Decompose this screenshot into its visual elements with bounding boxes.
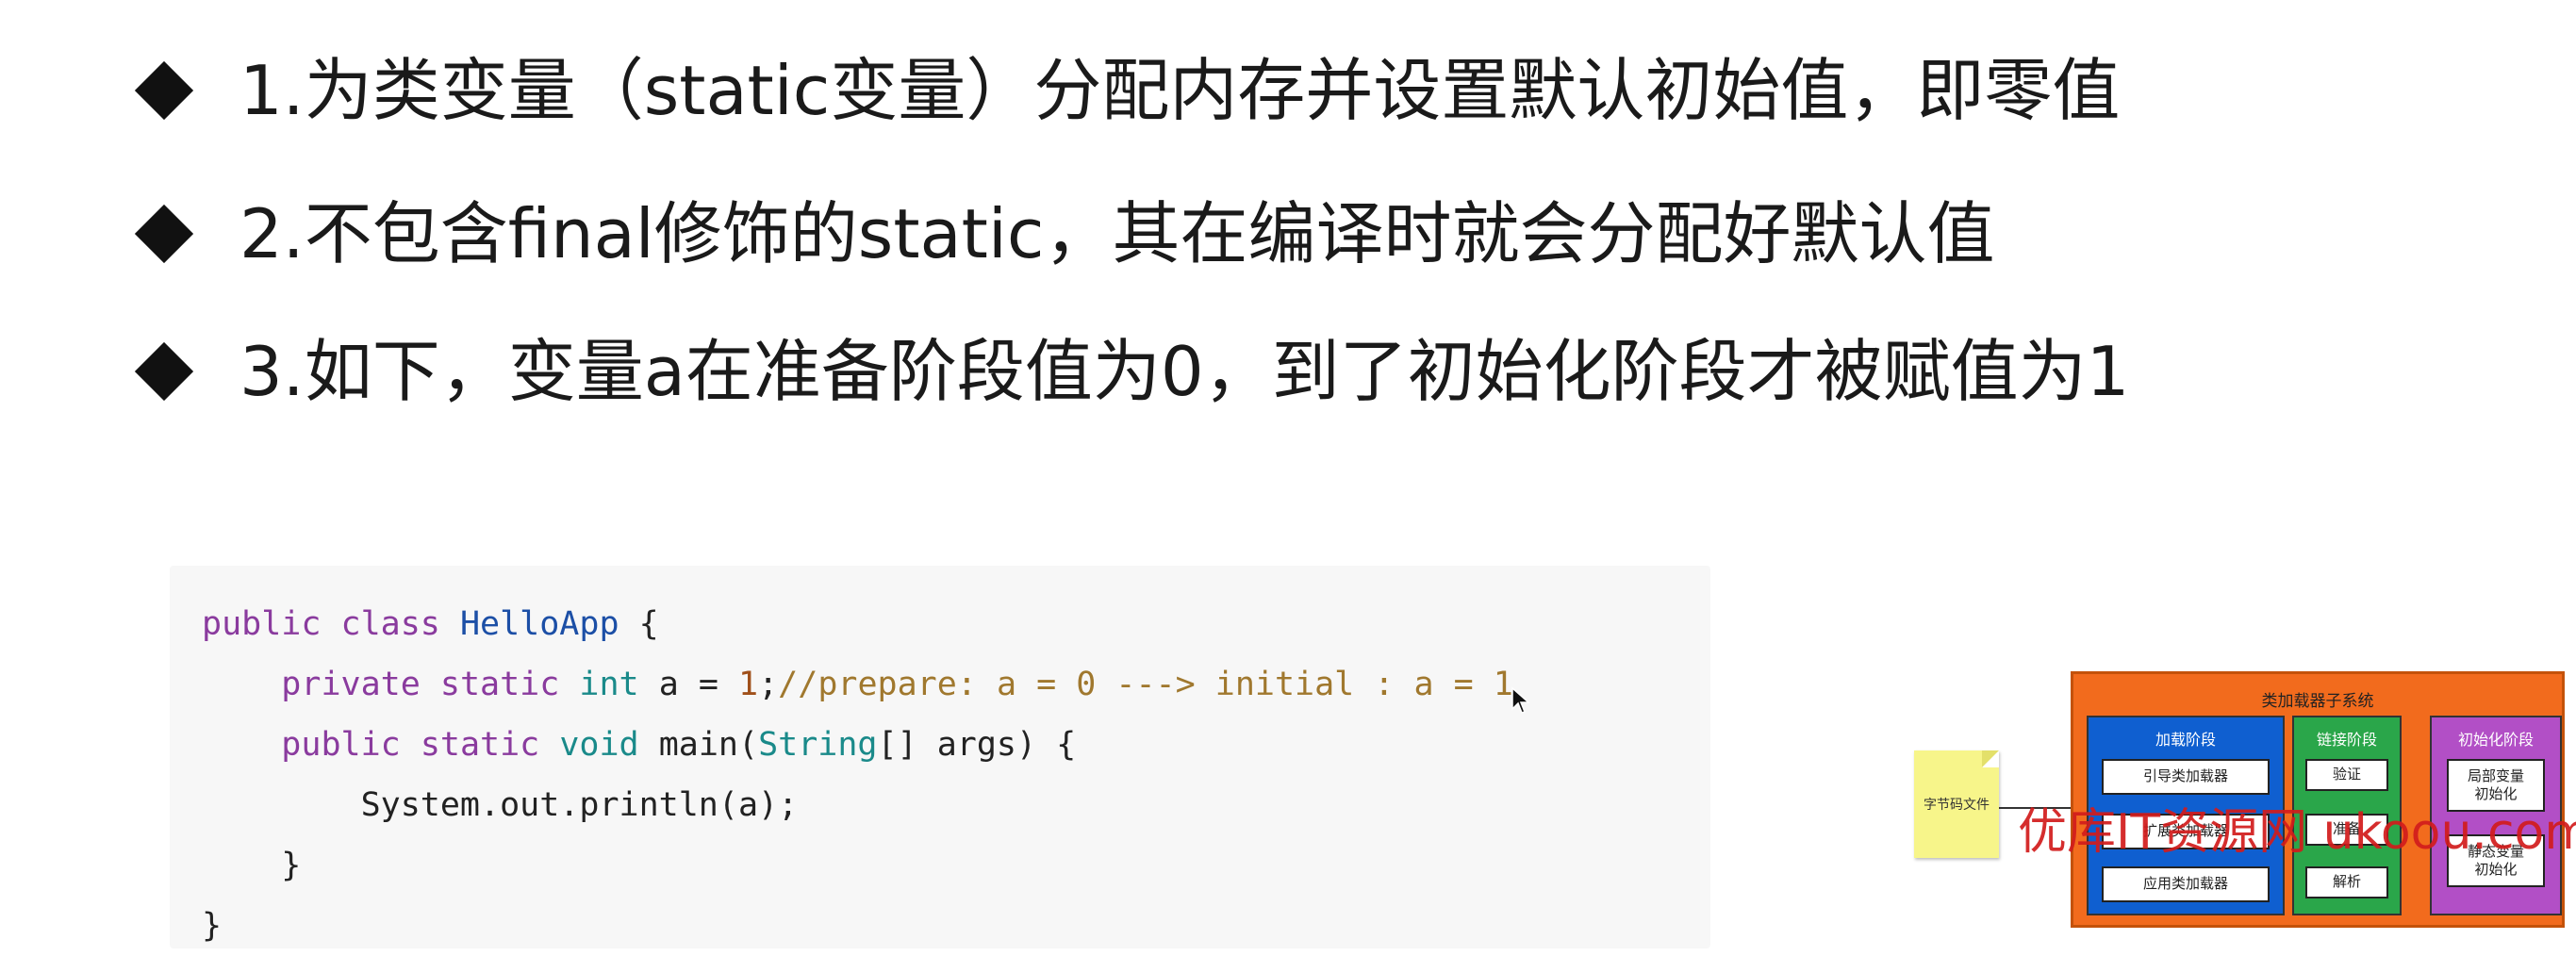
code-type: int <box>579 666 639 703</box>
bullet-1: 1.为类变量（static变量）分配内存并设置默认初始值，即零值 <box>134 51 2121 130</box>
init-phase-title: 初始化阶段 <box>2457 731 2534 749</box>
code-keyword: private <box>281 666 421 703</box>
code-text: public class HelloApp { private static i… <box>202 594 1513 956</box>
code-keyword: class <box>340 605 440 643</box>
diamond-bullet-icon <box>134 60 194 121</box>
linking-item: 验证 <box>2305 759 2388 791</box>
code-keyword: static <box>439 666 560 703</box>
code-operator: = <box>698 666 718 703</box>
linking-item: 解析 <box>2305 866 2388 898</box>
code-keyword: static <box>420 726 540 764</box>
loader-item: 引导类加载器 <box>2102 759 2270 795</box>
diamond-bullet-icon <box>134 204 194 264</box>
bullet-2: 2.不包含final修饰的static，其在编译时就会分配好默认值 <box>134 194 1995 273</box>
code-params: [] args) { <box>877 726 1077 764</box>
code-comment: //prepare: a = 0 ---> initial : a = 1 <box>778 666 1513 703</box>
loading-phase-title: 加载阶段 <box>2155 731 2216 749</box>
code-keyword: public <box>281 726 401 764</box>
code-type: String <box>758 726 878 764</box>
loader-item: 应用类加载器 <box>2102 866 2270 902</box>
code-class-name: HelloApp <box>459 605 619 643</box>
code-brace: } <box>202 907 223 945</box>
bullet-2-text: 2.不包含final修饰的static，其在编译时就会分配好默认值 <box>239 194 1995 273</box>
code-number: 1 <box>738 666 759 703</box>
code-semicolon: ; <box>758 666 779 703</box>
code-block: public class HelloApp { private static i… <box>170 566 1710 948</box>
code-type: void <box>559 726 639 764</box>
linking-phase-title: 链接阶段 <box>2316 731 2377 749</box>
code-brace: { <box>638 605 659 643</box>
code-statement: System.out.println(a); <box>360 786 799 824</box>
code-variable: a <box>658 666 679 703</box>
mouse-cursor-icon <box>1511 686 1531 718</box>
code-brace: } <box>281 847 302 884</box>
diamond-bullet-icon <box>134 341 194 402</box>
code-method-name: main( <box>658 726 759 764</box>
code-keyword: public <box>202 605 322 643</box>
bytecode-file-label: 字节码文件 <box>1924 798 1990 813</box>
bullet-3-text: 3.如下，变量a在准备阶段值为0，到了初始化阶段才被赋值为1 <box>239 332 2130 411</box>
bullet-3: 3.如下，变量a在准备阶段值为0，到了初始化阶段才被赋值为1 <box>134 332 2130 411</box>
bullet-1-text: 1.为类变量（static变量）分配内存并设置默认初始值，即零值 <box>239 51 2121 130</box>
watermark: 优库IT资源网 ukoou.com <box>2018 804 2576 861</box>
diagram-title: 类加载器子系统 <box>2261 692 2374 711</box>
bytecode-file-note: 字节码文件 <box>1914 750 1999 858</box>
